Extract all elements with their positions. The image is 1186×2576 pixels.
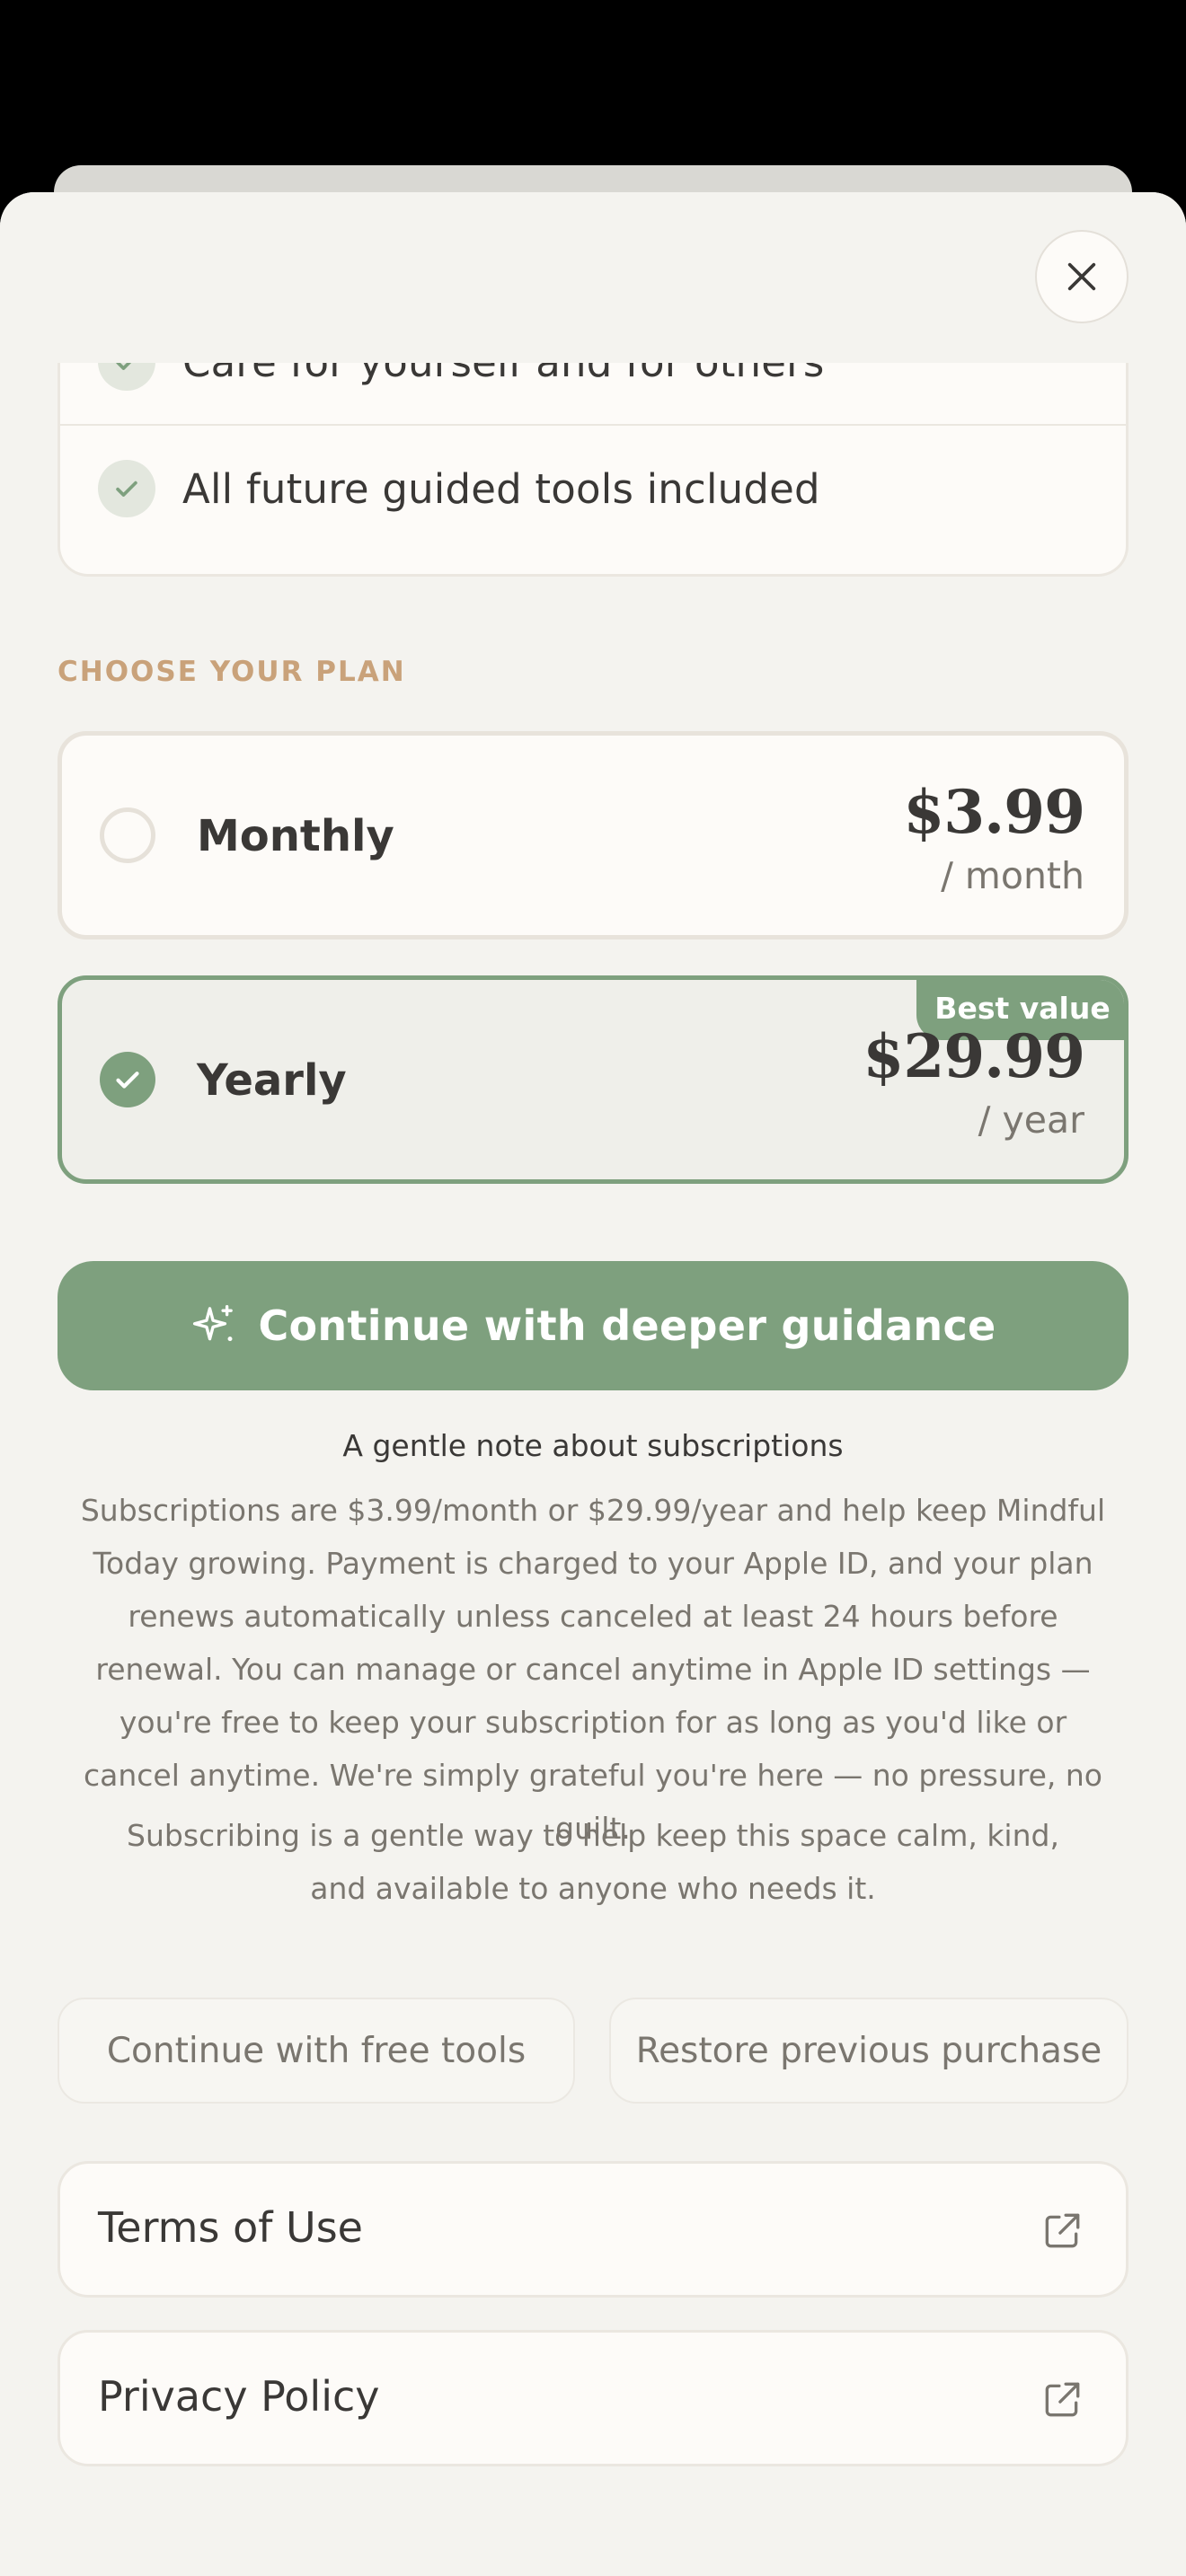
privacy-policy-link[interactable]: Privacy Policy — [58, 2330, 1128, 2466]
radio-unselected[interactable] — [100, 807, 155, 863]
terms-of-use-link[interactable]: Terms of Use — [58, 2161, 1128, 2298]
plan-price: $3.99 — [903, 777, 1085, 847]
subscription-note-secondary: Subscribing is a gentle way to help keep… — [127, 1818, 1059, 1906]
paywall-sheet: Care for yourself and for others All fut… — [0, 192, 1186, 2576]
features-card: Care for yourself and for others All fut… — [58, 333, 1128, 577]
privacy-label: Privacy Policy — [98, 2372, 380, 2421]
radio-selected[interactable] — [100, 1052, 155, 1107]
check-icon — [98, 460, 155, 517]
plan-monthly[interactable]: Monthly $3.99 / month — [58, 731, 1128, 940]
feature-item: All future guided tools included — [60, 426, 1126, 551]
plan-name: Yearly — [197, 1055, 347, 1106]
terms-label: Terms of Use — [98, 2203, 363, 2252]
choose-plan-label: CHOOSE YOUR PLAN — [58, 656, 406, 688]
sparkle-icon — [193, 1304, 234, 1342]
external-link-icon — [1045, 2382, 1080, 2417]
close-icon — [1067, 262, 1096, 291]
continue-free-tools-button[interactable]: Continue with free tools — [58, 1998, 575, 2104]
plan-period: / year — [978, 1098, 1084, 1142]
external-link-icon — [1045, 2213, 1080, 2248]
check-icon — [116, 1072, 139, 1089]
subscription-note-title: A gentle note about subscriptions — [342, 1428, 844, 1463]
restore-purchase-button[interactable]: Restore previous purchase — [609, 1998, 1128, 2104]
continue-deeper-guidance-button[interactable]: Continue with deeper guidance — [58, 1261, 1128, 1390]
plan-period: / month — [941, 854, 1084, 897]
plan-price: $29.99 — [863, 1021, 1085, 1091]
feature-label: All future guided tools included — [182, 464, 820, 513]
subscription-note-body: Subscriptions are $3.99/month or $29.99/… — [80, 1493, 1106, 1846]
close-button[interactable] — [1035, 230, 1128, 323]
plan-yearly[interactable]: Best value Yearly $29.99 / year — [58, 975, 1128, 1184]
cta-label: Continue with deeper guidance — [258, 1301, 996, 1350]
header-area — [0, 192, 1186, 363]
plan-name: Monthly — [197, 811, 394, 861]
